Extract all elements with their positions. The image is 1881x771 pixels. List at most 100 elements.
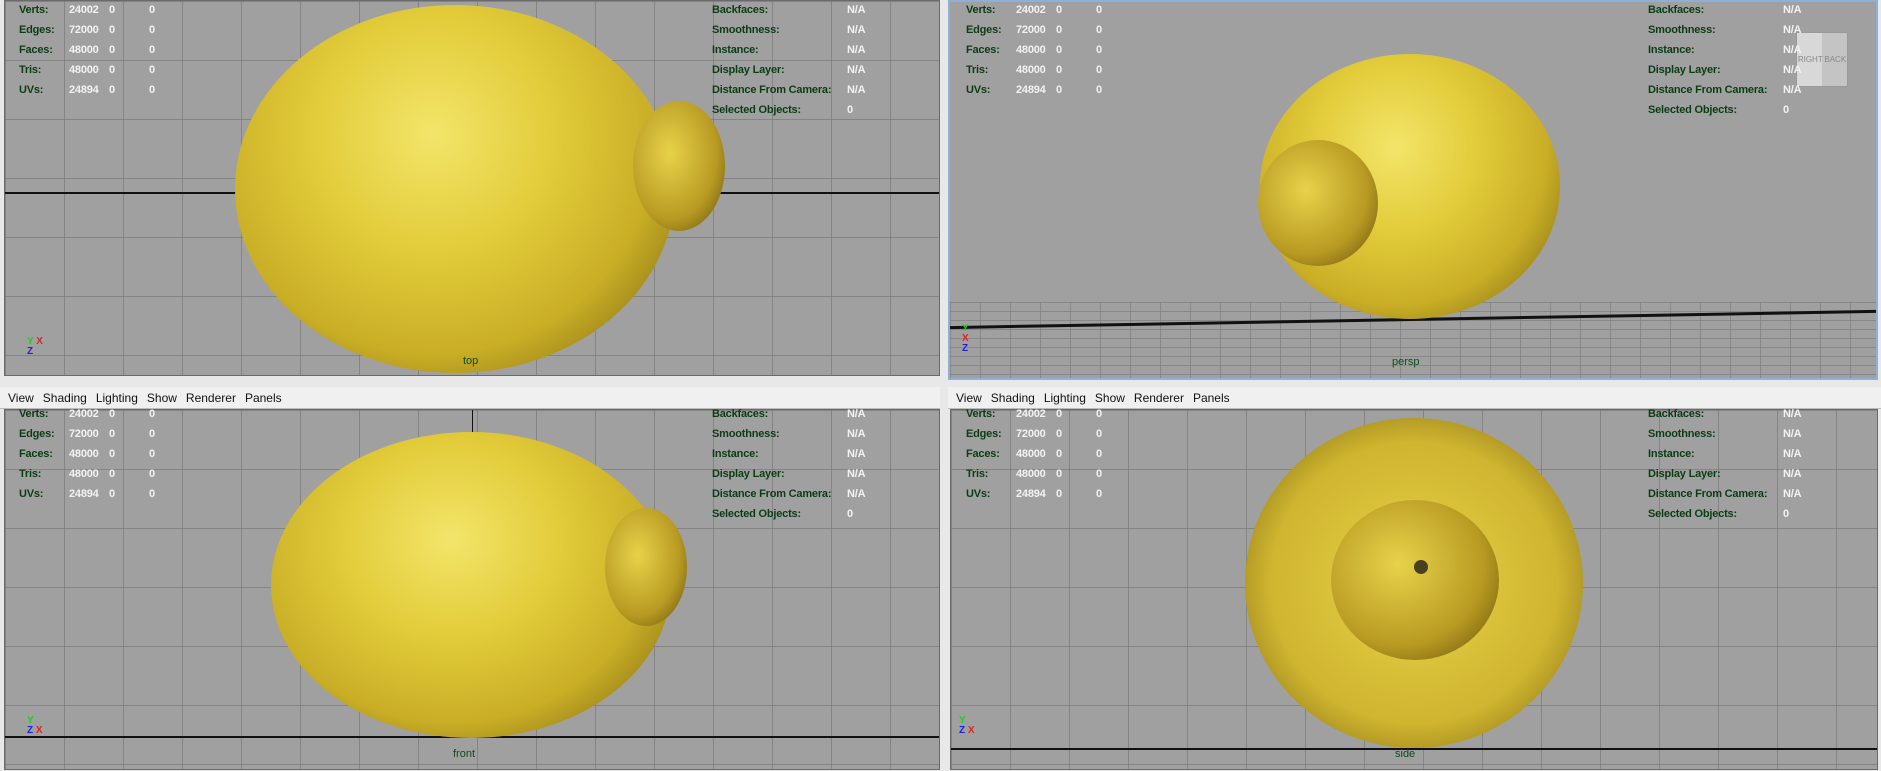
poly-stats: Verts: 24002 0 0 Edges: 72000 0 0 Faces: 48000 0 0 T… [966,404,1146,504]
stat-label: Edges: [19,428,55,440]
stat-label: Tris: [966,468,989,480]
stat-label: Verts: [19,408,49,420]
camera-label: top [463,355,479,367]
stat-value: 0 [149,44,155,56]
stat-row: Smoothness: N/A [1648,20,1802,40]
stat-row: Faces: 48000 0 0 [19,444,199,464]
stat-value: 48000 [69,44,99,56]
stat-value: 24894 [1016,84,1046,96]
camera-label: persp [1392,356,1420,368]
stat-value: N/A [1783,408,1802,420]
stat-value: N/A [847,84,866,96]
stat-value: 0 [1096,64,1102,76]
stat-label: Distance From Camera: [712,488,832,500]
stat-row: Display Layer: N/A [712,60,866,80]
stat-row: Distance From Camera: N/A [712,80,866,100]
stat-value: 0 [1056,24,1062,36]
menu-view[interactable]: View [956,391,982,405]
menu-panels[interactable]: Panels [245,391,282,405]
stat-value: 0 [1056,488,1062,500]
stat-row: Instance: N/A [712,444,866,464]
stat-value: 0 [109,44,115,56]
stat-value: 0 [1056,428,1062,440]
stat-value: 72000 [69,24,99,36]
stat-row: Edges: 72000 0 0 [19,424,199,444]
stat-row: Tris: 48000 0 0 [19,464,199,484]
object-stats: Backfaces: N/A Smoothness: N/A Instance: N/A D… [1648,0,1802,120]
menu-lighting[interactable]: Lighting [96,391,138,405]
stat-value: 24894 [1016,488,1046,500]
menu-renderer[interactable]: Renderer [1134,391,1184,405]
menu-shading[interactable]: Shading [991,391,1035,405]
stat-value: 24002 [1016,408,1046,420]
stat-row: UVs: 24894 0 0 [19,484,199,504]
stat-value: 0 [109,4,115,16]
stat-value: 0 [149,24,155,36]
stat-value: 0 [1096,428,1102,440]
stat-value: 0 [109,468,115,480]
stat-value: N/A [847,488,866,500]
stat-label: Backfaces: [712,408,769,420]
object-stats: Backfaces: N/A Smoothness: N/A Instance: N/A D… [712,0,866,120]
menu-show[interactable]: Show [1095,391,1125,405]
axis-gizmo: YZ X [27,715,43,736]
stat-label: Backfaces: [712,4,769,16]
stat-row: Display Layer: N/A [712,464,866,484]
stat-value: 24002 [69,4,99,16]
stat-label: Faces: [966,44,1000,56]
stat-value: N/A [1783,448,1802,460]
stat-row: Tris: 48000 0 0 [966,60,1146,80]
stat-label: UVs: [19,488,44,500]
stat-value: 0 [1096,84,1102,96]
stat-value: 0 [149,468,155,480]
stat-value: 0 [1096,4,1102,16]
stat-row: Edges: 72000 0 0 [966,20,1146,40]
stat-label: Verts: [966,4,996,16]
stat-label: Distance From Camera: [712,84,832,96]
stat-value: N/A [847,44,866,56]
stat-value: 24894 [69,84,99,96]
stat-row: Backfaces: N/A [1648,0,1802,20]
stat-value: 0 [109,24,115,36]
menu-lighting[interactable]: Lighting [1044,391,1086,405]
stat-label: UVs: [966,488,991,500]
stat-value: N/A [847,428,866,440]
stat-value: 0 [109,448,115,460]
stat-row: Faces: 48000 0 0 [966,444,1146,464]
menu-shading[interactable]: Shading [43,391,87,405]
stat-label: Tris: [19,64,42,76]
stat-value: N/A [1783,44,1802,56]
stat-row: UVs: 24894 0 0 [966,484,1146,504]
stat-label: Backfaces: [1648,408,1705,420]
stat-row: UVs: 24894 0 0 [966,80,1146,100]
stat-label: Edges: [966,24,1002,36]
stat-row: Backfaces: N/A [1648,404,1802,424]
stat-value: 72000 [1016,24,1046,36]
stat-label: Display Layer: [712,468,785,480]
stat-value: N/A [847,4,866,16]
stat-label: Instance: [712,44,759,56]
stat-row: Display Layer: N/A [1648,464,1802,484]
stat-value: 0 [1056,448,1062,460]
stat-value: 0 [1056,408,1062,420]
lemon-model[interactable] [235,5,675,373]
stat-value: N/A [1783,84,1802,96]
stat-row: Smoothness: N/A [712,424,866,444]
stat-label: Smoothness: [712,24,780,36]
stat-value: 0 [1096,448,1102,460]
axis-gizmo: YZ X [959,715,975,736]
stat-label: Verts: [19,4,49,16]
menu-view[interactable]: View [8,391,34,405]
stat-value: 0 [109,408,115,420]
viewcube[interactable]: RIGHT BACK [1796,32,1848,87]
stat-label: Display Layer: [712,64,785,76]
stat-row: Instance: N/A [1648,444,1802,464]
menu-panels[interactable]: Panels [1193,391,1230,405]
menu-renderer[interactable]: Renderer [186,391,236,405]
stat-label: Smoothness: [1648,24,1716,36]
stat-row: Selected Objects: 0 [712,100,865,120]
poly-stats: Verts: 24002 0 0 Edges: 72000 0 0 Faces: 48000 0 0 T… [19,404,199,504]
stat-value: N/A [847,64,866,76]
stat-label: Distance From Camera: [1648,488,1768,500]
menu-show[interactable]: Show [147,391,177,405]
